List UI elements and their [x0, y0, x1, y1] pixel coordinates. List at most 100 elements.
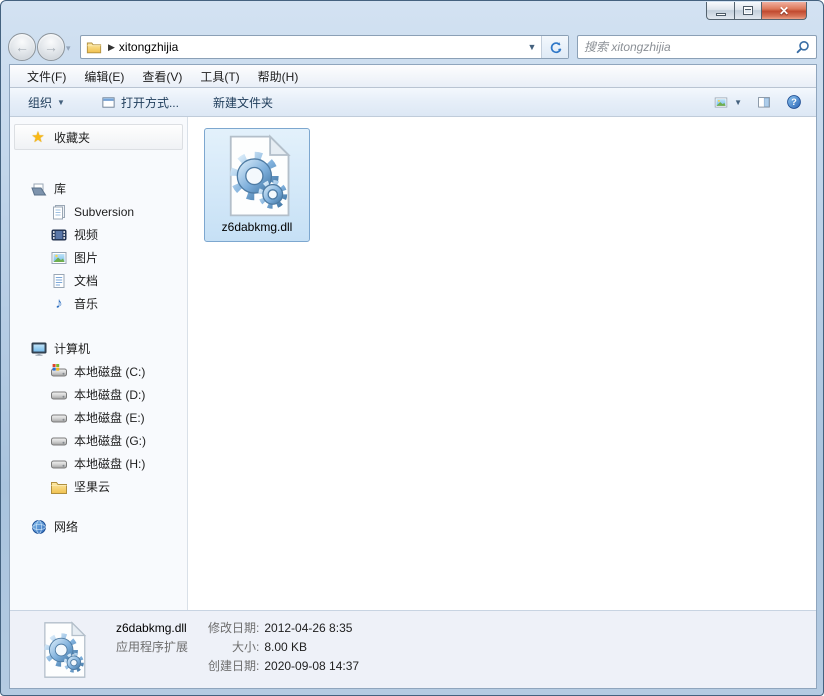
drive-d-label: 本地磁盘 (D:) [74, 388, 146, 402]
sidebar-item-drive-g[interactable]: 本地磁盘 (G:) [10, 429, 187, 452]
minimize-button[interactable] [706, 2, 735, 20]
chevron-down-icon: ▼ [734, 97, 742, 107]
modified-date-label: 修改日期: [208, 621, 260, 635]
libraries-icon [30, 180, 48, 198]
menu-file[interactable]: 文件(F) [18, 68, 75, 85]
minimize-icon [715, 12, 726, 16]
libraries-label: 库 [54, 182, 67, 196]
subversion-label: Subversion [74, 204, 135, 219]
help-button[interactable]: ? [786, 94, 802, 110]
drive-icon [50, 432, 68, 450]
documents-label: 文档 [74, 274, 99, 288]
breadcrumb-arrow-icon: ▶ [108, 41, 115, 52]
drive-icon [50, 386, 68, 404]
change-view-button[interactable]: ▼ [713, 95, 742, 110]
computer-icon [30, 340, 48, 358]
sidebar-item-videos[interactable]: 视频 [10, 223, 187, 246]
sidebar-item-documents[interactable]: 文档 [10, 269, 187, 292]
new-folder-label: 新建文件夹 [212, 95, 273, 110]
menu-tools[interactable]: 工具(T) [191, 68, 248, 85]
menu-view[interactable]: 查看(V) [133, 68, 191, 85]
organize-button[interactable]: 组织 ▼ [28, 94, 65, 111]
address-dropdown-icon[interactable]: ▼ [523, 42, 541, 52]
music-icon: ♪ [55, 295, 63, 312]
open-with-button[interactable]: 打开方式... [101, 94, 179, 111]
documents-icon [50, 272, 68, 290]
window-controls: ✕ [706, 2, 807, 20]
breadcrumb[interactable]: xitongzhijia [119, 40, 178, 54]
pictures-icon [50, 249, 68, 267]
maximize-button[interactable] [735, 2, 762, 20]
open-with-label: 打开方式... [120, 95, 179, 110]
system-drive-icon [50, 363, 68, 381]
details-name-column: z6dabkmg.dll 应用程序扩展 [116, 619, 208, 688]
chevron-down-icon: ▼ [57, 97, 65, 107]
drive-icon [50, 409, 68, 427]
close-button[interactable]: ✕ [762, 2, 807, 20]
sidebar-item-subversion[interactable]: Subversion [10, 200, 187, 223]
file-list-area[interactable]: z6dabkmg.dll [188, 117, 816, 610]
network-label: 网络 [54, 520, 79, 534]
back-arrow-icon: ← [15, 39, 29, 55]
network-icon [30, 518, 48, 536]
sidebar-item-nutstore[interactable]: 坚果云 [10, 475, 187, 498]
sidebar-item-drive-h[interactable]: 本地磁盘 (H:) [10, 452, 187, 475]
menu-edit[interactable]: 编辑(E) [75, 68, 133, 85]
back-button[interactable]: ← [8, 33, 36, 61]
address-bar[interactable]: ▶ xitongzhijia ▼ [80, 35, 569, 59]
maximize-icon [743, 6, 753, 15]
recent-pages-chevron-icon[interactable]: ▾ [66, 43, 71, 54]
preview-pane-button[interactable] [756, 95, 772, 110]
sidebar-item-computer[interactable]: 计算机 [10, 337, 187, 360]
menu-bar: 文件(F) 编辑(E) 查看(V) 工具(T) 帮助(H) [10, 65, 816, 88]
sidebar-item-pictures[interactable]: 图片 [10, 246, 187, 269]
nutstore-label: 坚果云 [74, 480, 111, 494]
file-item-selected[interactable]: z6dabkmg.dll [204, 128, 310, 242]
dll-file-icon [34, 619, 92, 681]
forward-button[interactable]: → [37, 33, 65, 61]
sidebar-item-music[interactable]: ♪ 音乐 [10, 292, 187, 315]
sidebar-item-libraries[interactable]: 库 [10, 177, 187, 200]
navigation-bar: ← → ▾ ▶ xitongzhijia ▼ [1, 31, 823, 63]
details-pane: z6dabkmg.dll 应用程序扩展 修改日期: 2012-04-26 8:3… [10, 610, 816, 688]
computer-label: 计算机 [54, 342, 91, 356]
videos-icon [50, 226, 68, 244]
size-label: 大小: [232, 640, 260, 654]
sidebar-item-drive-c[interactable]: 本地磁盘 (C:) [10, 360, 187, 383]
forward-arrow-icon: → [44, 39, 58, 55]
details-file-type: 应用程序扩展 [116, 640, 189, 654]
menu-help[interactable]: 帮助(H) [249, 68, 308, 85]
modified-date-value: 2012-04-26 8:35 [264, 621, 353, 635]
drive-icon [50, 455, 68, 473]
library-icon [50, 203, 68, 221]
drive-e-label: 本地磁盘 (E:) [74, 411, 145, 425]
drive-c-label: 本地磁盘 (C:) [74, 365, 146, 379]
file-name-label: z6dabkmg.dll [221, 220, 293, 234]
explorer-window: ✕ ← → ▾ ▶ xitongzhijia ▼ 搜索 xitongzhijia… [0, 0, 824, 696]
sidebar-item-favorites[interactable]: ★ 收藏夹 [14, 124, 183, 150]
views-icon [714, 97, 728, 107]
size-value: 8.00 KB [264, 640, 308, 654]
organize-label: 组织 [28, 95, 53, 110]
refresh-button[interactable] [541, 36, 568, 58]
search-box[interactable] [577, 35, 817, 59]
toolbar-right-group: ▼ ? [713, 94, 802, 110]
content-area: ★ 收藏夹 库 Subversion 视频 图片 文档 ♪ 音乐 计算机 本地磁… [10, 117, 816, 610]
help-icon: ? [787, 95, 801, 109]
folder-tree: 库 Subversion 视频 图片 文档 ♪ 音乐 计算机 本地磁盘 (C:)… [10, 177, 187, 538]
svg-text:?: ? [791, 97, 797, 107]
star-icon: ★ [31, 129, 45, 146]
search-input[interactable] [578, 40, 796, 54]
search-icon[interactable] [796, 40, 810, 54]
command-toolbar: 组织 ▼ 打开方式... 新建文件夹 ▼ ? [10, 88, 816, 117]
sidebar-item-drive-d[interactable]: 本地磁盘 (D:) [10, 383, 187, 406]
dll-file-icon [215, 134, 299, 218]
sidebar-item-drive-e[interactable]: 本地磁盘 (E:) [10, 406, 187, 429]
details-file-name: z6dabkmg.dll [116, 621, 187, 635]
sidebar-item-network[interactable]: 网络 [10, 515, 187, 538]
new-folder-button[interactable]: 新建文件夹 [213, 94, 273, 111]
drive-g-label: 本地磁盘 (G:) [74, 434, 146, 448]
navigation-pane: ★ 收藏夹 库 Subversion 视频 图片 文档 ♪ 音乐 计算机 本地磁… [10, 117, 188, 610]
